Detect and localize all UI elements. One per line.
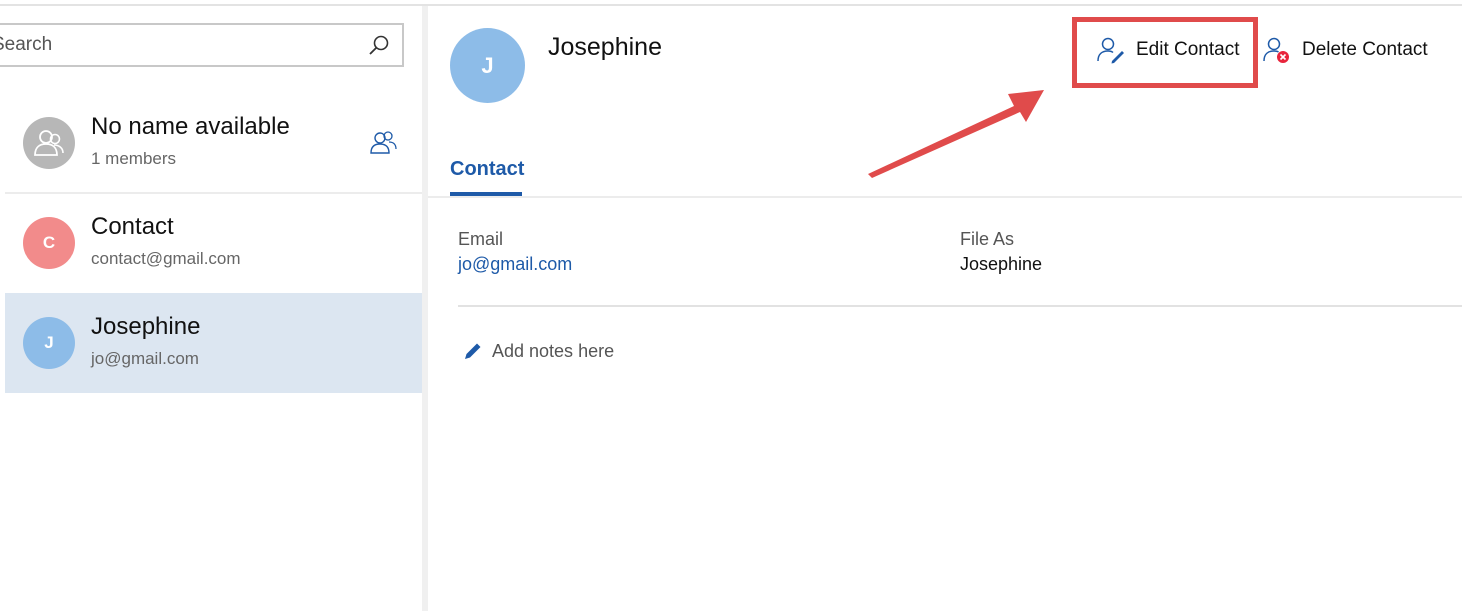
delete-contact-button[interactable]: Delete Contact (1262, 32, 1428, 68)
edit-contact-label: Edit Contact (1136, 39, 1240, 60)
avatar (23, 117, 75, 169)
delete-contact-icon (1263, 37, 1289, 63)
list-item[interactable]: C Contact contact@gmail.com (5, 193, 422, 293)
annotation-arrow (868, 90, 1044, 178)
delete-contact-label: Delete Contact (1302, 39, 1428, 60)
contact-subtitle: contact@gmail.com (91, 249, 241, 268)
tab-contact[interactable]: Contact (450, 158, 524, 181)
contact-name: Contact (91, 213, 174, 240)
contact-name: No name available (91, 113, 290, 140)
add-notes-label: Add notes here (492, 340, 615, 361)
file-as-label: File As (960, 229, 1015, 249)
field-divider (458, 305, 1462, 307)
tab-divider (428, 196, 1462, 198)
contact-subtitle: jo@gmail.com (91, 349, 199, 368)
contact-name: Josephine (91, 313, 201, 340)
pencil-icon (465, 343, 481, 359)
search-box[interactable] (0, 23, 404, 67)
detail-avatar: J (450, 28, 525, 103)
avatar: J (23, 317, 75, 369)
search-icon[interactable] (368, 34, 390, 56)
detail-name: Josephine (548, 33, 662, 61)
list-item[interactable]: No name available 1 members (5, 93, 422, 193)
edit-contact-icon (1097, 37, 1124, 64)
email-label: Email (458, 229, 504, 249)
group-icon (370, 131, 397, 154)
search-input[interactable] (0, 25, 360, 65)
email-link[interactable]: jo@gmail.com (458, 254, 572, 275)
group-avatar-icon (34, 130, 64, 156)
edit-contact-button[interactable]: Edit Contact (1096, 32, 1240, 68)
list-item[interactable]: J Josephine jo@gmail.com (5, 293, 422, 393)
contact-detail-panel: J Josephine Edit Contact Delete Contact … (428, 6, 1462, 611)
file-as-value: Josephine (960, 254, 1043, 274)
add-notes-button[interactable]: Add notes here (462, 340, 614, 362)
contact-subtitle: 1 members (91, 149, 177, 168)
avatar: C (23, 217, 75, 269)
